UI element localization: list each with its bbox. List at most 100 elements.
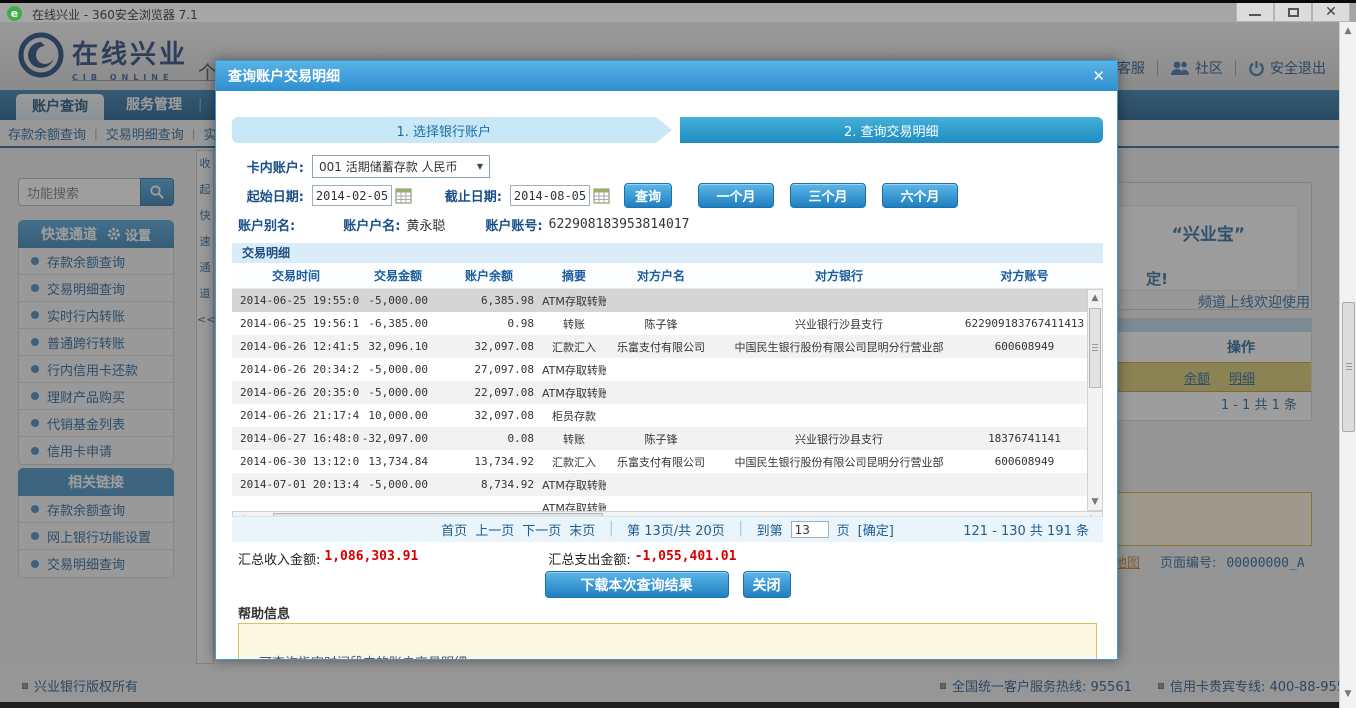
first-page-link[interactable]: 首页 xyxy=(441,520,467,539)
wizard-steps: 1. 选择银行账户 2. 查询交易明细 xyxy=(232,117,1103,143)
dialog-actions: 下载本次查询结果 关闭 xyxy=(216,571,1117,598)
income-value: 1,086,303.91 xyxy=(324,549,419,564)
scroll-down-icon[interactable]: ▼ xyxy=(1089,496,1101,508)
scroll-up-icon[interactable]: ▲ xyxy=(1342,25,1354,37)
download-results-button[interactable]: 下载本次查询结果 xyxy=(544,571,729,598)
table-cell: 乐富支付有限公司 xyxy=(617,340,705,354)
scroll-down-icon[interactable]: ▼ xyxy=(1342,688,1354,700)
goto-confirm-link[interactable]: [确定] xyxy=(858,520,894,539)
last-page-link[interactable]: 末页 xyxy=(569,520,595,539)
table-section-title: 交易明细 xyxy=(232,243,1103,263)
table-cell: 600608949 xyxy=(994,340,1055,353)
table-vertical-scrollbar[interactable]: ▲ ▼ xyxy=(1087,289,1103,511)
start-date-label: 起始日期: xyxy=(246,190,304,205)
browser-titlebar: e 在线兴业 - 360安全浏览器 7.1 ✕ xyxy=(0,0,1356,22)
browser-scrollbar[interactable]: ▲ ▼ xyxy=(1339,22,1356,708)
thumb-grip-icon xyxy=(1092,344,1098,352)
table-scrollbar-thumb[interactable] xyxy=(1089,308,1101,388)
table-row-6[interactable]: 2014-06-26 21:17:47 10,000.00 32,097.08 柜员存… xyxy=(232,404,1087,427)
scroll-up-icon[interactable]: ▲ xyxy=(1089,292,1101,304)
close-window-button[interactable]: ✕ xyxy=(1312,3,1350,22)
calendar-icon[interactable] xyxy=(593,187,610,204)
table-cell: 乐富支付有限公司 xyxy=(617,455,705,469)
table-row-4[interactable]: 2014-06-26 20:34:29 -5,000.00 27,097.08 ATM… xyxy=(232,358,1087,381)
table-cell: 2014-06-27 16:48:01 xyxy=(240,432,360,445)
table-cell: 2014-07-01 20:13:41 xyxy=(240,478,360,491)
alias-label: 账户别名: xyxy=(238,219,296,234)
end-date-input[interactable] xyxy=(510,185,590,206)
next-page-link[interactable]: 下一页 xyxy=(522,520,561,539)
table-row-10[interactable]: ATM存取转账 xyxy=(232,496,1087,511)
table-cell: 中国民生银行股份有限公司昆明分行营业部 xyxy=(734,340,944,354)
table-cell: 2014-06-25 19:55:06 xyxy=(240,294,360,307)
table-cell: 600608949 xyxy=(994,455,1055,468)
help-text: 可查询指定时间段内的账户交易明细。 xyxy=(259,652,1096,659)
chevron-down-icon: ▼ xyxy=(476,162,483,171)
table-cell: -5,000.00 xyxy=(368,478,428,491)
table-cell: 6,385.98 xyxy=(481,294,534,307)
goto-page-input[interactable] xyxy=(790,521,829,538)
six-month-button[interactable]: 六个月 xyxy=(882,183,958,208)
dialog-header: 查询账户交易明细 ✕ xyxy=(216,61,1117,91)
browser-title: 在线兴业 - 360安全浏览器 7.1 xyxy=(32,8,198,22)
table-cell: 2014-06-26 20:34:29 xyxy=(240,363,360,376)
table-cell: 22,097.08 xyxy=(474,386,534,399)
dialog-title: 查询账户交易明细 xyxy=(228,69,340,85)
table-cell: 8,734.92 xyxy=(481,478,534,491)
close-dialog-button[interactable]: 关闭 xyxy=(742,571,791,598)
table-cell: 13,734.84 xyxy=(368,455,428,468)
table-row-3[interactable]: 2014-06-26 12:41:57 32,096.10 32,097.08 汇款汇… xyxy=(232,335,1087,358)
help-box: 可查询指定时间段内的账户交易明细。 xyxy=(238,623,1097,659)
table-cell: 陈子锋 xyxy=(644,317,678,331)
account-select-value: 001 活期储蓄存款 人民币 xyxy=(319,160,458,174)
col-time: 交易时间 xyxy=(271,269,320,283)
col-summary: 摘要 xyxy=(561,269,586,283)
table-cell: 2014-06-26 12:41:57 xyxy=(240,340,360,353)
table-cell: 0.08 xyxy=(507,432,535,445)
calendar-icon[interactable] xyxy=(395,187,412,204)
window-controls: ✕ xyxy=(1236,3,1350,22)
table-cell: 13,734.92 xyxy=(474,455,534,468)
scrollbar-thumb[interactable] xyxy=(1342,302,1355,432)
account-select-row: 卡内账户: 001 活期储蓄存款 人民币 ▼ xyxy=(232,155,490,178)
step-1-select-account: 1. 选择银行账户 xyxy=(232,117,656,143)
table-cell: 32,096.10 xyxy=(368,340,428,353)
query-button[interactable]: 查询 xyxy=(624,183,672,208)
table-row-9[interactable]: 2014-07-01 20:13:41 -5,000.00 8,734.92 ATM存… xyxy=(232,473,1087,496)
table-cell: 10,000.00 xyxy=(368,409,428,422)
prev-page-link[interactable]: 上一页 xyxy=(475,520,514,539)
table-cell: -5,000.00 xyxy=(368,294,428,307)
table-cell: 2014-06-26 21:17:47 xyxy=(240,409,360,422)
end-date-label: 截止日期: xyxy=(444,190,502,205)
account-select[interactable]: 001 活期储蓄存款 人民币 ▼ xyxy=(312,155,490,178)
table-cell: 32,097.08 xyxy=(474,409,534,422)
pagination-bar: 首页 上一页 下一页 末页 │ 第 13页/共 20页 │ 到第 页 [确定] … xyxy=(232,516,1103,542)
minimize-button[interactable] xyxy=(1236,3,1274,22)
table-row-1[interactable]: 2014-06-25 19:55:06 -5,000.00 6,385.98 ATM存… xyxy=(232,289,1087,312)
page-info: 第 13页/共 20页 xyxy=(627,524,725,539)
table-cell: ATM存取转账 xyxy=(542,501,606,512)
dialog-close-button[interactable]: ✕ xyxy=(1092,67,1105,85)
col-bank: 对方银行 xyxy=(814,269,863,283)
page: 在线兴业 CIB ONLINE 个人网上银行 客服社区安全退出 账户查询服务管理… xyxy=(0,22,1356,708)
table-row-8[interactable]: 2014-06-30 13:12:08 13,734.84 13,734.92 汇款汇… xyxy=(232,450,1087,473)
transaction-query-dialog: 查询账户交易明细 ✕ 1. 选择银行账户 2. 查询交易明细 卡内账户: 001… xyxy=(215,60,1118,660)
col-amount: 交易金额 xyxy=(373,269,422,283)
three-month-button[interactable]: 三个月 xyxy=(790,183,866,208)
result-range-info: 121 - 130 共 191 条 xyxy=(963,524,1089,539)
maximize-button[interactable] xyxy=(1274,3,1312,22)
table-cell: 27,097.08 xyxy=(474,363,534,376)
minimize-icon xyxy=(1249,14,1261,16)
table-row-5[interactable]: 2014-06-26 20:35:01 -5,000.00 22,097.08 ATM… xyxy=(232,381,1087,404)
one-month-button[interactable]: 一个月 xyxy=(698,183,774,208)
table-cell: 2014-06-25 19:56:16 xyxy=(240,317,360,330)
table-row-7[interactable]: 2014-06-27 16:48:01 -32,097.00 0.08 转账 陈子锋 兴业… xyxy=(232,427,1087,450)
table-row-2[interactable]: 2014-06-25 19:56:16 -6,385.00 0.98 转账 陈子锋 兴业银… xyxy=(232,312,1087,335)
col-balance: 账户余额 xyxy=(464,269,513,283)
holder-name-value: 黄永聪 xyxy=(406,219,446,234)
table-cell: 2014-06-26 20:35:01 xyxy=(240,386,360,399)
account-number-label: 账户账号: xyxy=(485,219,543,234)
table-cell: ATM存取转账 xyxy=(542,478,606,492)
start-date-input[interactable] xyxy=(312,185,392,206)
step-arrow-icon xyxy=(655,117,680,143)
